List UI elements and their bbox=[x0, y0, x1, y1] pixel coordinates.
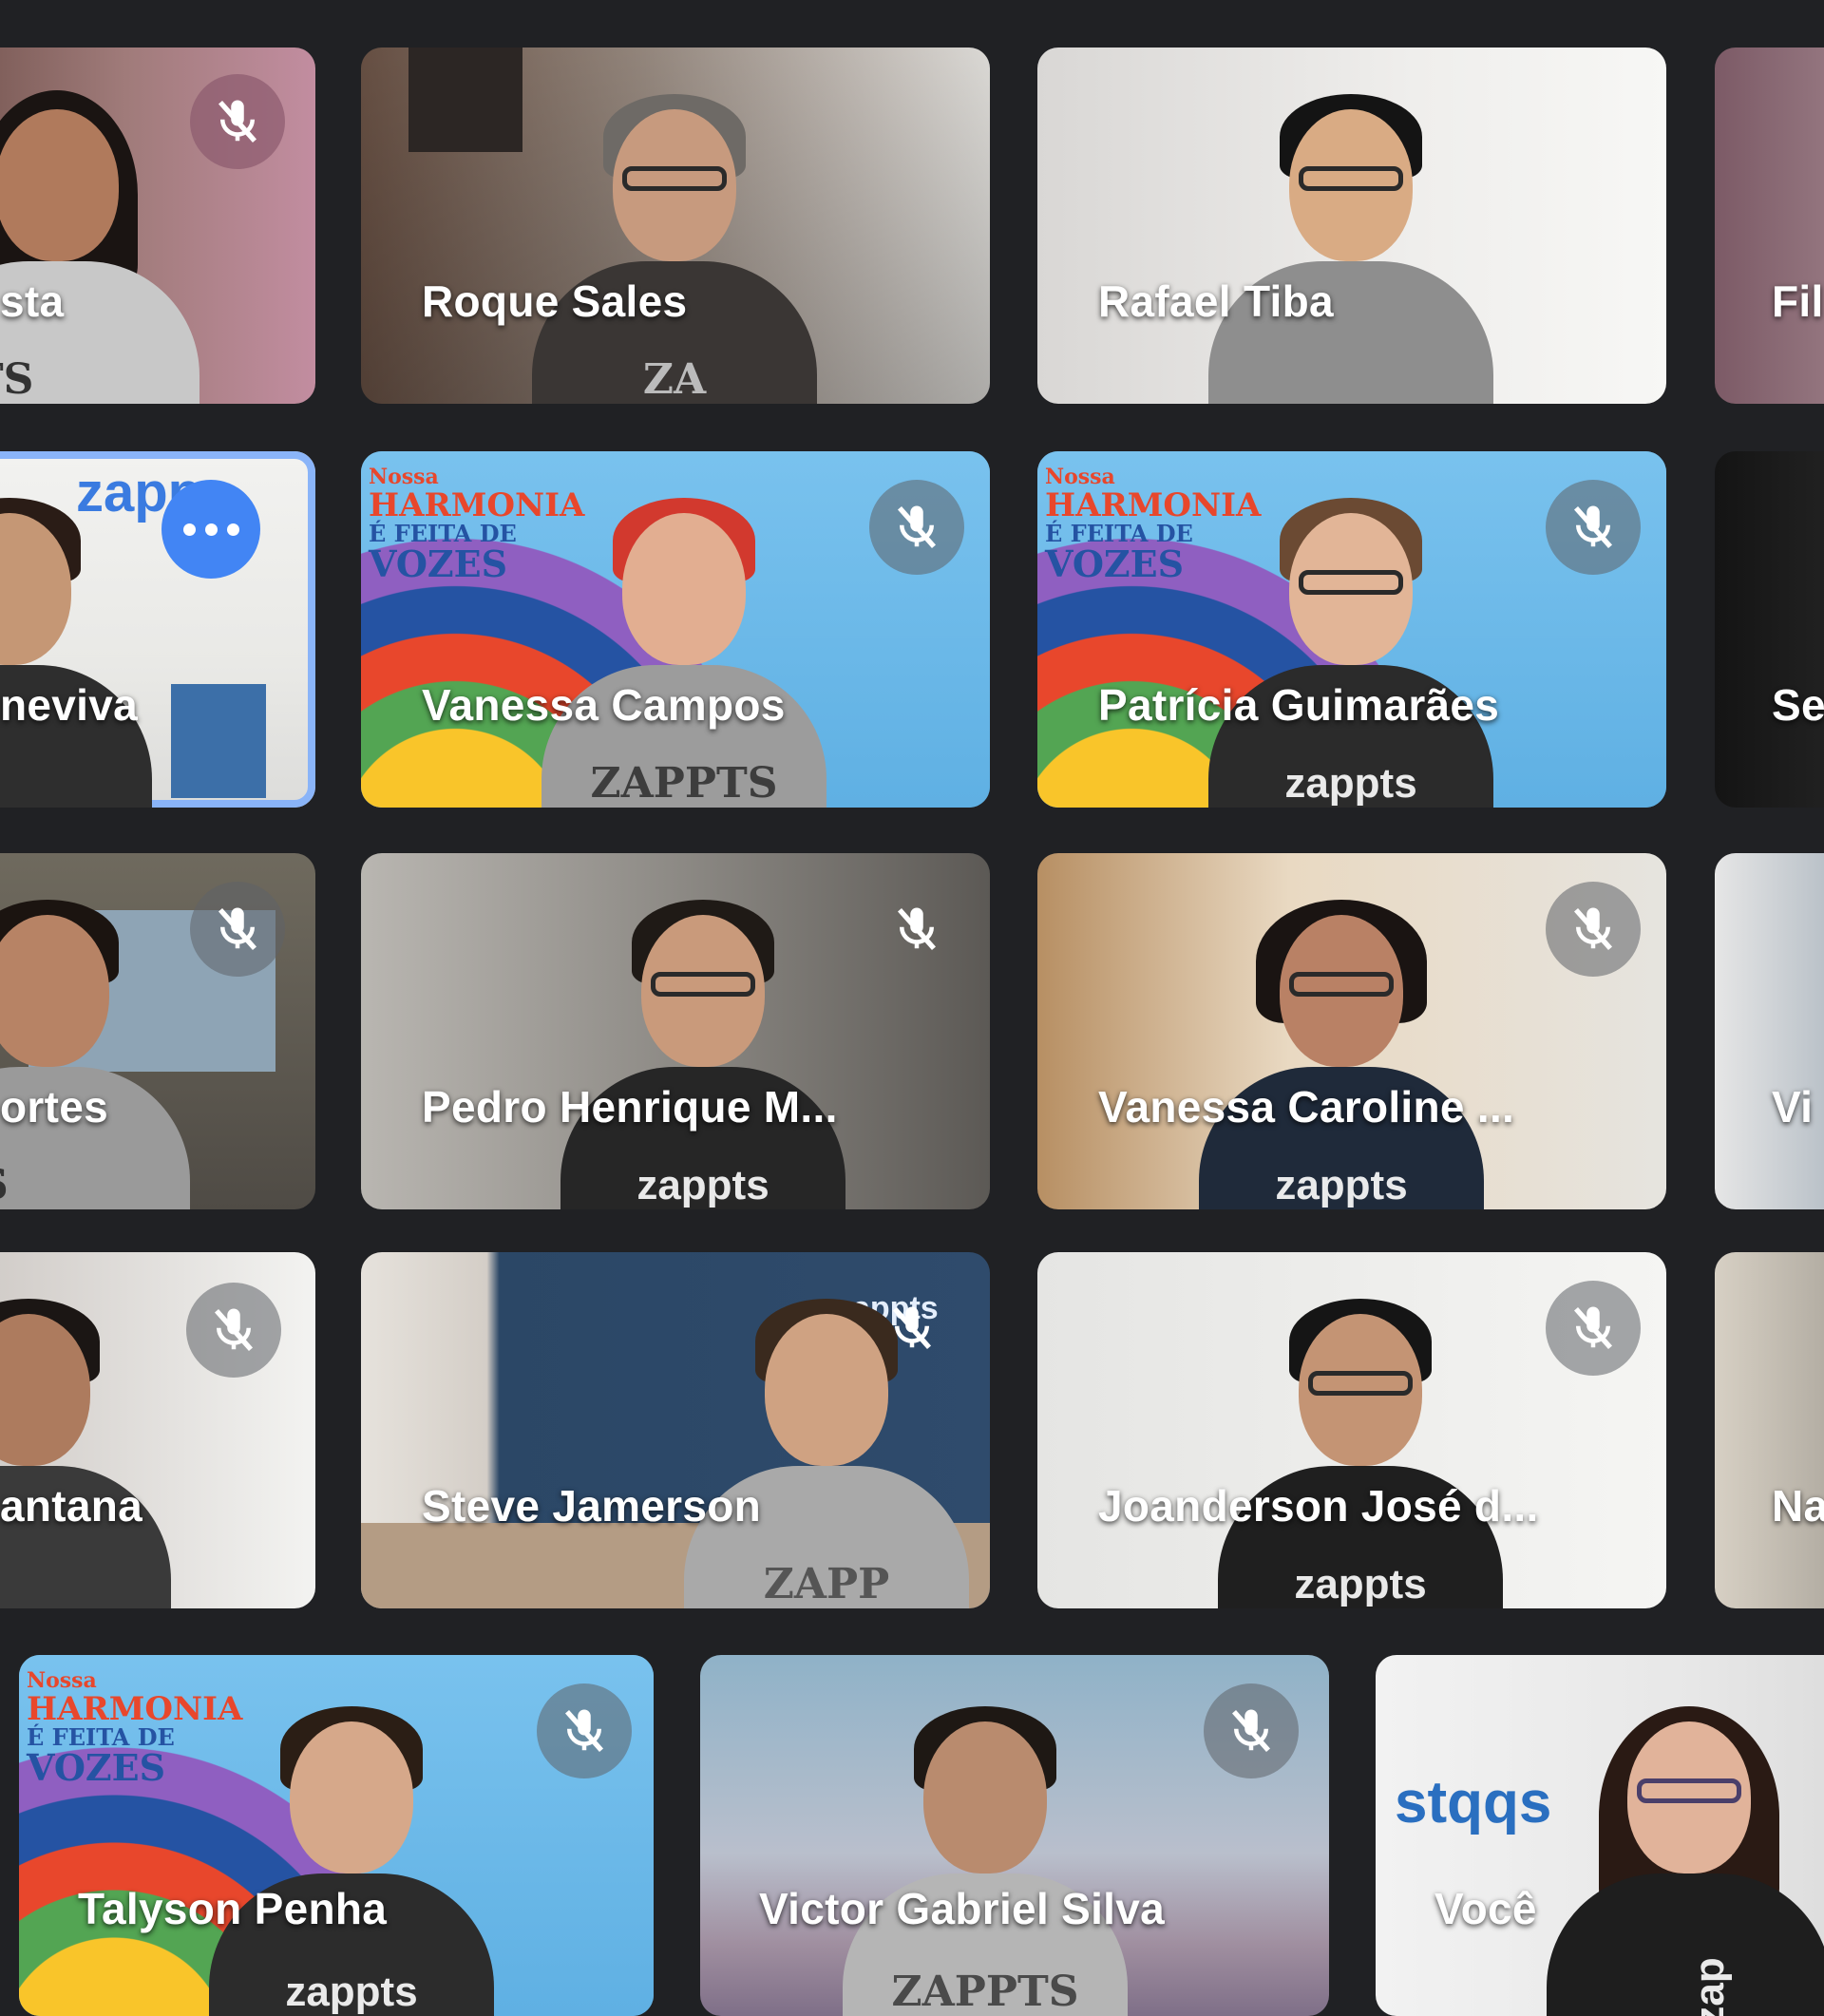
participant-tile[interactable]: antana bbox=[0, 1252, 315, 1608]
participant-name: neviva bbox=[0, 680, 139, 730]
participant-video bbox=[0, 1295, 171, 1608]
mic-off-icon[interactable] bbox=[869, 480, 964, 575]
participant-video: ZA bbox=[532, 90, 817, 404]
participant-name: Na bbox=[1772, 1481, 1824, 1531]
participant-name: Steve Jamerson bbox=[422, 1481, 762, 1531]
mic-off-icon[interactable] bbox=[186, 1283, 281, 1378]
participant-tile[interactable]: zappts Vanessa Caroline ... bbox=[1037, 853, 1666, 1209]
mic-off-icon[interactable] bbox=[864, 1281, 960, 1376]
participant-name: sta bbox=[0, 276, 65, 326]
mic-off-icon[interactable] bbox=[1546, 1281, 1641, 1376]
participant-video: ZAPPTS bbox=[843, 1702, 1128, 2016]
shirt-logo: ZAPPTS bbox=[891, 1968, 1079, 2016]
participant-tile[interactable]: zapp neviva bbox=[0, 451, 315, 808]
participant-video bbox=[1208, 90, 1493, 404]
participant-video: zappts bbox=[1199, 896, 1484, 1209]
participant-video: zappts bbox=[1208, 494, 1493, 808]
mic-off-icon[interactable] bbox=[190, 882, 285, 977]
shirt-logo: PPTS bbox=[0, 355, 34, 404]
event-banner: Nossa HARMONIA É FEITA DE VOZES bbox=[1045, 465, 1262, 585]
participant-name: Vanessa Campos bbox=[422, 680, 786, 730]
participant-tile[interactable]: PPTS sta bbox=[0, 48, 315, 404]
shirt-logo: zap bbox=[1686, 1957, 1734, 2016]
participant-video: PPTS bbox=[0, 90, 200, 404]
participant-video: zappts bbox=[1218, 1295, 1503, 1608]
more-options-icon[interactable] bbox=[162, 480, 260, 579]
brand-logo: stqqs bbox=[1395, 1770, 1552, 1835]
participant-tile[interactable]: zappts Pedro Henrique M... bbox=[361, 853, 990, 1209]
mic-off-icon[interactable] bbox=[869, 882, 964, 977]
mic-off-icon[interactable] bbox=[1204, 1683, 1299, 1778]
participant-name: Victor Gabriel Silva bbox=[759, 1884, 1166, 1933]
participant-tile[interactable]: Vi bbox=[1715, 853, 1824, 1209]
participant-tile[interactable]: Nossa HARMONIA É FEITA DE VOZES zappts T… bbox=[19, 1655, 654, 2016]
mic-off-icon[interactable] bbox=[1546, 882, 1641, 977]
participant-tile[interactable]: PTS ortes bbox=[0, 853, 315, 1209]
participant-tile[interactable]: zappts ZAPP Steve Jamerson bbox=[361, 1252, 990, 1608]
shirt-logo: zappts bbox=[285, 1968, 418, 2015]
participant-name: Joanderson José d... bbox=[1098, 1481, 1539, 1531]
shirt-logo: ZA bbox=[642, 355, 707, 404]
tv-screen bbox=[408, 48, 522, 152]
participant-name: antana bbox=[0, 1481, 143, 1531]
participant-tile[interactable]: Na bbox=[1715, 1252, 1824, 1608]
event-banner: Nossa HARMONIA É FEITA DE VOZES bbox=[27, 1668, 243, 1789]
participant-name: Vanessa Caroline ... bbox=[1098, 1082, 1515, 1132]
shirt-logo: zappts bbox=[1294, 1561, 1427, 1607]
participant-name: Se bbox=[1772, 680, 1824, 730]
shirt-logo: zappts bbox=[1284, 760, 1417, 807]
shirt-logo: ZAPP bbox=[763, 1560, 890, 1608]
participant-video: ZAPPTS bbox=[542, 494, 826, 808]
event-banner: Nossa HARMONIA É FEITA DE VOZES bbox=[369, 465, 585, 585]
participant-name: Rafael Tiba bbox=[1098, 276, 1334, 326]
participant-tile[interactable]: ZAPPTS Victor Gabriel Silva bbox=[700, 1655, 1329, 2016]
mic-off-icon[interactable] bbox=[190, 74, 285, 169]
mic-off-icon[interactable] bbox=[1546, 480, 1641, 575]
shirt-logo: zappts bbox=[1275, 1162, 1408, 1208]
participant-video: PTS bbox=[0, 896, 190, 1209]
participant-tile[interactable]: Se bbox=[1715, 451, 1824, 808]
participant-name: Patrícia Guimarães bbox=[1098, 680, 1500, 730]
participant-video: zap bbox=[1547, 1702, 1824, 2016]
chair bbox=[171, 684, 266, 798]
meeting-grid: PPTS sta ZA Roque Sales Rafael Tiba Fil … bbox=[0, 0, 1824, 2016]
participant-tile[interactable]: Rafael Tiba bbox=[1037, 48, 1666, 404]
participant-tile[interactable]: ZA Roque Sales bbox=[361, 48, 990, 404]
participant-tile[interactable]: stqqs zap Você bbox=[1376, 1655, 1824, 2016]
participant-name: Pedro Henrique M... bbox=[422, 1082, 838, 1132]
participant-name: Roque Sales bbox=[422, 276, 688, 326]
participant-name: Você bbox=[1434, 1884, 1537, 1933]
participant-tile[interactable]: Nossa HARMONIA É FEITA DE VOZES ZAPPTS V… bbox=[361, 451, 990, 808]
participant-tile[interactable]: Fil bbox=[1715, 48, 1824, 404]
participant-video: zappts bbox=[560, 896, 846, 1209]
participant-name: Fil bbox=[1772, 276, 1824, 326]
shirt-logo: zappts bbox=[636, 1162, 770, 1208]
participant-name: ortes bbox=[0, 1082, 108, 1132]
participant-video bbox=[0, 494, 152, 808]
participant-video: zappts bbox=[209, 1702, 494, 2016]
mic-off-icon[interactable] bbox=[537, 1683, 632, 1778]
participant-tile[interactable]: Nossa HARMONIA É FEITA DE VOZES zappts P… bbox=[1037, 451, 1666, 808]
shirt-logo: ZAPPTS bbox=[590, 759, 778, 808]
shirt-logo: PTS bbox=[0, 1161, 9, 1209]
participant-name: Talyson Penha bbox=[78, 1884, 388, 1933]
participant-tile[interactable]: zappts Joanderson José d... bbox=[1037, 1252, 1666, 1608]
participant-name: Vi bbox=[1772, 1082, 1814, 1132]
